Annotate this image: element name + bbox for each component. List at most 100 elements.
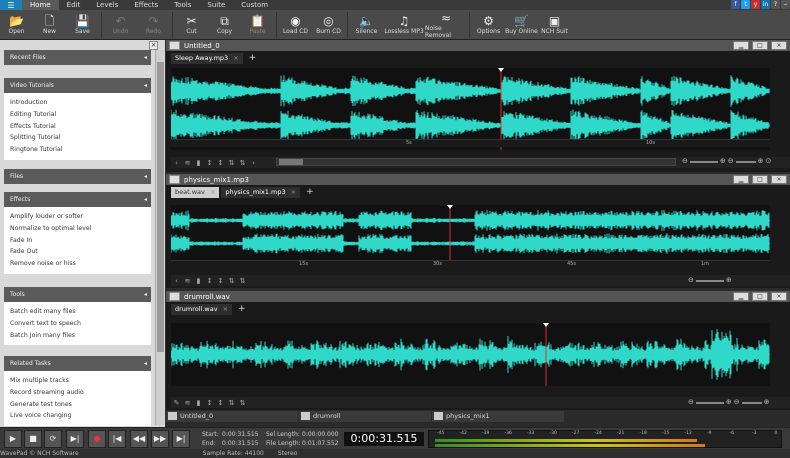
pencil-icon[interactable]: ✎ [171, 399, 182, 407]
add-tab-icon[interactable]: + [306, 187, 314, 198]
new-button[interactable]: 🗋 New [33, 10, 66, 40]
menu-suite[interactable]: Suite [199, 0, 233, 10]
zoom-in-icon[interactable]: ⊕ [758, 157, 764, 165]
cut-button[interactable]: ✂ Cut [175, 10, 208, 40]
redo-button[interactable]: ↷ Redo [137, 10, 170, 40]
file-tab[interactable]: physics_mix1 [432, 411, 564, 422]
play-icon[interactable]: ▶ [4, 430, 22, 448]
tool-icon[interactable]: ⇅ [226, 277, 237, 285]
minimize-icon[interactable]: ‒ [781, 0, 790, 9]
sidebar-link[interactable]: Generate test tones [4, 399, 151, 411]
play-from-cursor-icon[interactable]: ▶| [66, 430, 84, 448]
section-header[interactable]: Effects ◂ [4, 192, 151, 207]
waveform[interactable] [171, 323, 770, 386]
window-title-bar[interactable]: drumroll.wav ▁ □ × [166, 291, 790, 302]
facebook-icon[interactable]: f [731, 0, 740, 9]
close-button[interactable]: × [771, 175, 787, 184]
section-header[interactable]: Files ◂ [4, 169, 151, 184]
section-header[interactable]: Video Tutorials ◂ [4, 78, 151, 93]
sidebar-link[interactable]: Fade In [4, 235, 151, 247]
cursor-marker-icon[interactable] [543, 323, 549, 327]
file-tab[interactable]: Untitled_0 [166, 411, 298, 422]
twitter-icon[interactable]: t [741, 0, 750, 9]
tool-icon[interactable]: ↕ [215, 159, 226, 167]
go-end-icon[interactable]: ▶| [172, 430, 190, 448]
nch-suit-button[interactable]: ▣ NCH Suit [538, 10, 571, 40]
marker-icon[interactable]: ▮ [193, 399, 204, 407]
minimize-button[interactable]: ▁ [733, 41, 749, 50]
linkedin-icon[interactable]: in [761, 0, 770, 9]
zoom-out-icon[interactable]: ⊖ [688, 398, 694, 406]
audio-window-untitled[interactable]: Untitled_0 ▁ □ × Sleep Away.mp3 × + 5s 10s ‹ … [166, 40, 790, 172]
play-loop-icon[interactable]: ⟳ [44, 430, 62, 448]
silence-button[interactable]: 🔈 Silence [350, 10, 383, 40]
sidebar-link[interactable]: Live voice changing [4, 410, 151, 422]
maximize-button[interactable]: □ [752, 292, 768, 301]
save-button[interactable]: 💾 Save [66, 10, 99, 40]
sidebar-link[interactable]: Fade Out [4, 246, 151, 258]
file-tab[interactable]: drumroll [299, 411, 431, 422]
tool-icon[interactable]: ⇅ [226, 159, 237, 167]
zoom-out-icon[interactable]: ⊖ [688, 276, 694, 284]
tool-icon[interactable]: ⇅ [237, 277, 248, 285]
window-title-bar[interactable]: physics_mix1.mp3 ▁ □ × [166, 174, 790, 185]
zoom-wave-icon[interactable]: ≋ [182, 159, 193, 167]
marker-icon[interactable]: ▮ [193, 159, 204, 167]
paste-button[interactable]: 📋 Paste [241, 10, 274, 40]
minimize-button[interactable]: ▁ [733, 292, 749, 301]
zoom-out-icon[interactable]: ⊖ [734, 398, 740, 406]
stop-icon[interactable]: ■ [24, 430, 42, 448]
tool-icon[interactable]: ↕ [215, 277, 226, 285]
app-menu-icon[interactable]: ☰ [0, 0, 22, 10]
minimize-button[interactable]: ▁ [733, 175, 749, 184]
lossless-mp3-button[interactable]: ♫ Lossless MP3 [383, 10, 425, 40]
close-button[interactable]: × [771, 41, 787, 50]
sidebar-link[interactable]: Batch edit many files [4, 306, 151, 318]
section-header[interactable]: Recent Files ◂ [4, 50, 151, 65]
vertical-zoom-slider[interactable] [741, 402, 762, 404]
section-header[interactable]: Tools ◂ [4, 287, 151, 302]
tool-icon[interactable]: ⇅ [237, 399, 248, 407]
sidebar-link[interactable]: Record streaming audio [4, 387, 151, 399]
arrow-right-icon[interactable]: › [248, 159, 259, 167]
tool-icon[interactable]: ↕ [204, 399, 215, 407]
load-cd-button[interactable]: ◉ Load CD [279, 10, 312, 40]
waveform[interactable] [171, 205, 770, 260]
marker-icon[interactable]: ▮ [193, 277, 204, 285]
go-start-icon[interactable]: |◀ [108, 430, 126, 448]
audio-window-drumroll[interactable]: drumroll.wav ▁ □ × drumroll.wav × + ✎ ≋ ▮ ↕ … [166, 291, 790, 410]
close-tab-icon[interactable]: × [210, 187, 215, 198]
menu-levels[interactable]: Levels [88, 0, 126, 10]
sidebar-link[interactable]: Ringtone Tutorial [4, 144, 151, 156]
close-button[interactable]: × [771, 292, 787, 301]
tool-icon[interactable]: ⇅ [226, 399, 237, 407]
menu-effects[interactable]: Effects [126, 0, 166, 10]
file-tab[interactable]: Sleep Away.mp3 × [171, 53, 243, 64]
zoom-slider[interactable] [689, 161, 718, 163]
menu-custom[interactable]: Custom [233, 0, 276, 10]
scroll-thumb[interactable] [279, 159, 303, 165]
add-tab-icon[interactable]: + [238, 304, 246, 315]
sidebar-link[interactable]: Convert text to speech [4, 318, 151, 330]
options-button[interactable]: ⚙ Options [472, 10, 505, 40]
sidebar-link[interactable]: Introduction [4, 97, 151, 109]
copy-button[interactable]: ⧉ Copy [208, 10, 241, 40]
tool-icon[interactable]: ↕ [204, 277, 215, 285]
zoom-in-icon[interactable]: ⊕ [720, 157, 726, 165]
zoom-wave-icon[interactable]: ≋ [182, 277, 193, 285]
file-tab[interactable]: beat.wav × [171, 187, 220, 198]
audio-window-physics[interactable]: physics_mix1.mp3 ▁ □ × beat.wav × physics_mi… [166, 174, 790, 288]
tool-icon[interactable]: ⇅ [237, 159, 248, 167]
close-tab-icon[interactable]: × [291, 187, 296, 198]
close-tab-icon[interactable]: × [233, 53, 238, 64]
maximize-button[interactable]: □ [752, 41, 768, 50]
tool-icon[interactable]: ↕ [215, 399, 226, 407]
record-icon[interactable]: ● [88, 430, 106, 448]
fast-forward-icon[interactable]: ▶▶ [151, 430, 169, 448]
menu-tools[interactable]: Tools [166, 0, 199, 10]
maximize-button[interactable]: □ [752, 175, 768, 184]
vertical-zoom-slider[interactable] [735, 161, 756, 163]
menu-edit[interactable]: Edit [59, 0, 89, 10]
sidebar-link[interactable]: Editing Tutorial [4, 109, 151, 121]
window-title-bar[interactable]: Untitled_0 ▁ □ × [166, 40, 790, 51]
